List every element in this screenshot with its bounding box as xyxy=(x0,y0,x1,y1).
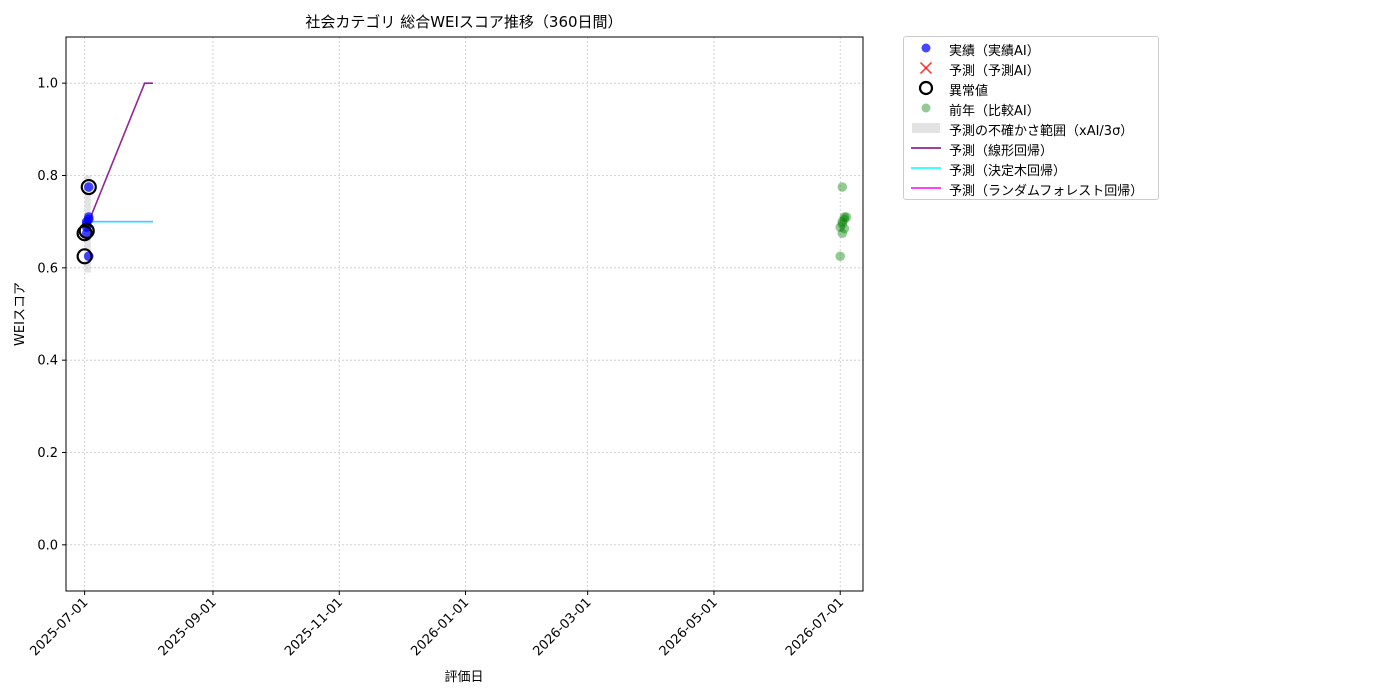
legend-swatch xyxy=(911,147,941,149)
data-points-layer xyxy=(76,178,852,265)
legend-marker xyxy=(921,103,931,113)
legend-marker xyxy=(918,80,934,96)
x-tick-label: 2025-07-01 xyxy=(27,595,91,659)
legend-swatch xyxy=(921,43,931,53)
prior-year-point xyxy=(837,182,848,192)
prediction-line xyxy=(88,82,153,222)
x-tick-label: 2026-01-01 xyxy=(408,595,472,659)
y-tick-label: 0.0 xyxy=(37,538,58,553)
legend-item: 予測（ランダムフォレスト回帰） xyxy=(904,178,1158,199)
actual-point xyxy=(83,182,94,192)
legend-swatch xyxy=(911,187,941,189)
y-tick-label: 1.0 xyxy=(37,77,58,92)
prediction-lines-layer xyxy=(88,82,153,223)
x-axis-label: 評価日 xyxy=(444,670,483,685)
legend-label: 予測（ランダムフォレスト回帰） xyxy=(949,184,1144,199)
grid-lines xyxy=(66,37,863,591)
legend-marker xyxy=(912,123,940,133)
actual-point xyxy=(83,212,94,222)
legend: 実績（実績AI） 予測（予測AI） 異常値前年（比較AI） 予測の不確かさ範囲（xAI… xyxy=(903,36,1159,200)
x-tick-label: 2025-09-01 xyxy=(156,595,220,659)
legend-item: 実績（実績AI） xyxy=(904,38,1158,59)
y-tick-label: 0.2 xyxy=(37,446,58,461)
legend-item: 予測（予測AI） xyxy=(904,58,1158,79)
legend-swatch xyxy=(912,123,940,133)
prior-year-point xyxy=(835,251,846,262)
legend-label: 予測の不確かさ範囲（xAI/3σ） xyxy=(949,124,1134,139)
axes-layer: 2025-07-01 2025-09-01 2025-11-01 2026-01-01… xyxy=(27,77,847,660)
y-tick-label: 0.4 xyxy=(37,354,58,369)
plot-area-frame xyxy=(65,36,864,592)
y-tick-label: 0.6 xyxy=(37,261,58,276)
legend-label: 実績（実績AI） xyxy=(949,44,1040,59)
legend-label: 予測（予測AI） xyxy=(949,64,1040,79)
x-tick-label: 2026-05-01 xyxy=(657,595,721,659)
x-tick-label: 2025-11-01 xyxy=(282,595,346,659)
legend-label: 異常値 xyxy=(949,84,989,99)
x-tick-label: 2026-03-01 xyxy=(530,595,594,659)
legend-swatch xyxy=(911,167,941,169)
legend-item: 予測（決定木回帰） xyxy=(904,158,1158,179)
legend-label: 予測（線形回帰） xyxy=(949,144,1054,159)
chart-title: 社会カテゴリ 総合WEIスコア推移（360日間） xyxy=(305,13,622,31)
y-tick-label: 0.8 xyxy=(37,169,58,184)
legend-item: 予測（線形回帰） xyxy=(904,138,1158,159)
legend-label: 前年（比較AI） xyxy=(949,104,1040,119)
legend-swatch xyxy=(919,61,933,75)
legend-item: 異常値 xyxy=(904,78,1158,99)
y-axis-label: WEIスコア xyxy=(13,282,28,346)
legend-swatch xyxy=(918,80,934,96)
legend-label: 予測（決定木回帰） xyxy=(949,164,1067,179)
x-tick-label: 2026-07-01 xyxy=(783,595,847,659)
prior-year-point xyxy=(841,212,852,222)
prior-year-point xyxy=(839,223,850,234)
legend-marker xyxy=(921,43,931,53)
chart-canvas: 2025-07-01 2025-09-01 2025-11-01 2026-01-01… xyxy=(13,13,864,685)
legend-swatch xyxy=(921,103,931,113)
legend-item: 前年（比較AI） xyxy=(904,98,1158,119)
legend-item: 予測の不確かさ範囲（xAI/3σ） xyxy=(904,118,1158,139)
